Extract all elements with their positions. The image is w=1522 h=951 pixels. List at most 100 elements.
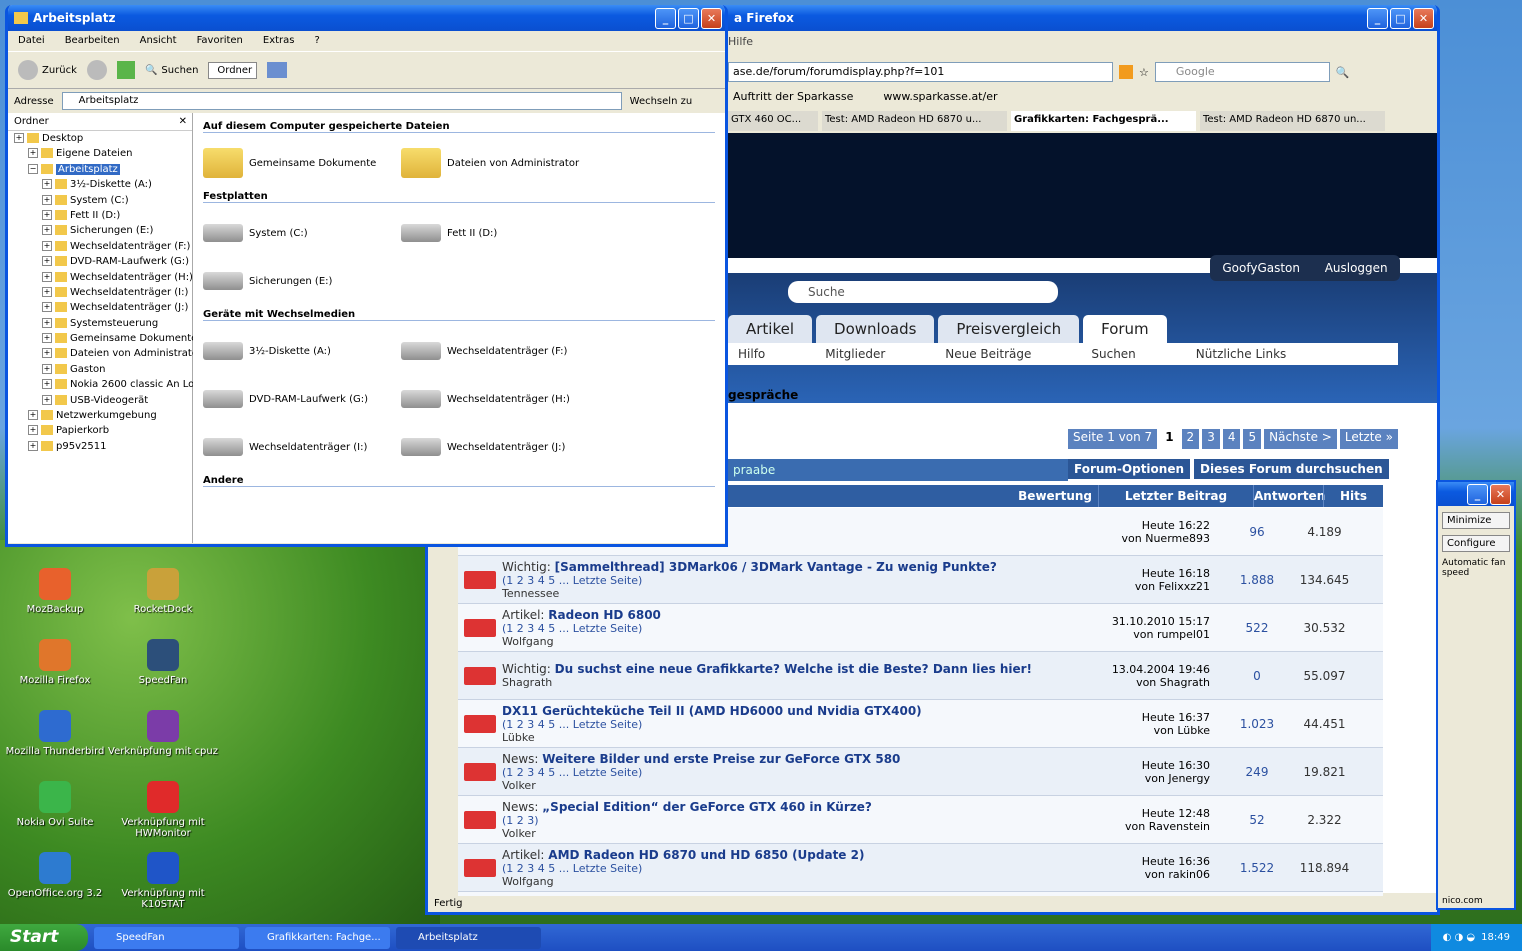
close-button[interactable]: ✕ bbox=[1490, 483, 1511, 505]
explorer-titlebar[interactable]: Arbeitsplatz _ □ ✕ bbox=[8, 5, 725, 31]
thread-row[interactable]: News: „Special Edition“ der GeForce GTX … bbox=[458, 796, 1383, 844]
thread-pages[interactable]: (1 2 3 4 5 ... Letzte Seite) bbox=[502, 718, 1067, 731]
search-button[interactable]: 🔍 Suchen bbox=[145, 65, 198, 76]
last-post-author[interactable]: von Nuerme893 bbox=[1067, 532, 1210, 545]
thread-title-link[interactable]: DX11 Gerüchteküche Teil II (AMD HD6000 u… bbox=[502, 704, 922, 718]
last-post-author[interactable]: von Jenergy bbox=[1067, 772, 1210, 785]
thread-author[interactable]: Tennessee bbox=[502, 587, 1067, 600]
thread-author[interactable]: Wolfgang bbox=[502, 635, 1067, 648]
expand-icon[interactable]: + bbox=[42, 317, 52, 328]
tree-item[interactable]: + Systemsteuerung bbox=[8, 316, 192, 331]
drive-item[interactable]: Wechseldatenträger (I:) bbox=[203, 423, 401, 471]
subnav-links[interactable]: Nützliche Links bbox=[1196, 343, 1286, 365]
thread-row[interactable]: Wichtig: [Sammelthread] 3DMark06 / 3DMar… bbox=[458, 556, 1383, 604]
thread-title-link[interactable]: Radeon HD 6800 bbox=[548, 608, 661, 622]
expand-icon[interactable]: + bbox=[42, 179, 52, 190]
close-icon[interactable]: ✕ bbox=[179, 113, 187, 130]
forum-search-button[interactable]: Dieses Forum durchsuchen bbox=[1194, 459, 1389, 479]
subnav-suchen[interactable]: Suchen bbox=[1091, 343, 1135, 365]
back-button[interactable]: Zurück bbox=[18, 60, 77, 80]
expand-icon[interactable]: + bbox=[42, 379, 52, 390]
desktop-icon[interactable]: OpenOffice.org 3.2 bbox=[0, 852, 110, 899]
menu-bearbeiten[interactable]: Bearbeiten bbox=[65, 31, 120, 51]
browser-tab[interactable]: Test: AMD Radeon HD 6870 u... bbox=[822, 111, 1007, 131]
expand-icon[interactable]: − bbox=[28, 163, 38, 174]
tree-item[interactable]: + Papierkorb bbox=[8, 423, 192, 438]
expand-icon[interactable]: + bbox=[42, 348, 52, 359]
logout-link[interactable]: Ausloggen bbox=[1325, 261, 1388, 275]
tree-item[interactable]: + Eigene Dateien bbox=[8, 146, 192, 161]
thread-row[interactable]: Artikel: AMD Radeon HD 6870 und HD 6850 … bbox=[458, 844, 1383, 892]
tree-item[interactable]: + Gemeinsame Dokumente bbox=[8, 331, 197, 346]
minimize-app-button[interactable]: Minimize bbox=[1442, 512, 1510, 529]
go-button[interactable]: Wechseln zu bbox=[630, 96, 693, 107]
page-3[interactable]: 3 bbox=[1202, 429, 1220, 449]
thread-author[interactable]: Shagrath bbox=[502, 676, 1067, 689]
desktop-icon[interactable]: Nokia Ovi Suite bbox=[0, 781, 110, 828]
tab-preisvergleich[interactable]: Preisvergleich bbox=[938, 315, 1080, 343]
expand-icon[interactable]: + bbox=[28, 440, 38, 451]
drive-item[interactable]: Fett II (D:) bbox=[401, 209, 599, 257]
tree-item[interactable]: + Netzwerkumgebung bbox=[8, 408, 192, 423]
tray-icons[interactable]: ◐ ◑ ◒ bbox=[1443, 932, 1476, 943]
speedfan-titlebar[interactable]: _ ✕ bbox=[1438, 482, 1514, 506]
drive-item[interactable]: Sicherungen (E:) bbox=[203, 257, 401, 305]
tree-item[interactable]: + Desktop bbox=[8, 131, 192, 146]
url-input[interactable]: ase.de/forum/forumdisplay.php?f=101 bbox=[728, 62, 1113, 82]
col-rating[interactable]: Bewertung bbox=[728, 485, 1098, 507]
desktop-icon[interactable]: Mozilla Firefox bbox=[0, 639, 110, 686]
expand-icon[interactable]: + bbox=[42, 302, 52, 313]
subnav-hilfe[interactable]: Hilfo bbox=[738, 343, 765, 365]
tree-item[interactable]: + Dateien von Administrator bbox=[8, 346, 202, 361]
desktop-icon[interactable]: MozBackup bbox=[0, 568, 110, 615]
answers-count[interactable]: 522 bbox=[1222, 621, 1292, 635]
expand-icon[interactable]: + bbox=[28, 410, 38, 421]
configure-button[interactable]: Configure bbox=[1442, 535, 1510, 552]
views-icon[interactable] bbox=[267, 62, 288, 78]
expand-icon[interactable]: + bbox=[42, 271, 52, 282]
star-icon[interactable]: ☆ bbox=[1139, 66, 1149, 79]
desktop-icon[interactable]: Verknüpfung mit HWMonitor bbox=[108, 781, 218, 839]
task-explorer[interactable]: Arbeitsplatz bbox=[396, 926, 541, 949]
thread-title-link[interactable]: Du suchst eine neue Grafikkarte? Welche … bbox=[555, 662, 1032, 676]
drive-item[interactable]: Wechseldatenträger (H:) bbox=[401, 375, 599, 423]
tree-item[interactable]: + DVD-RAM-Laufwerk (G:) bbox=[8, 254, 192, 269]
expand-icon[interactable]: + bbox=[42, 256, 52, 267]
tree-item[interactable]: + Gaston bbox=[8, 362, 192, 377]
address-input[interactable]: Arbeitsplatz bbox=[61, 92, 622, 110]
drive-item[interactable]: 3½-Diskette (A:) bbox=[203, 327, 401, 375]
tree-item[interactable]: + Wechseldatenträger (F:) bbox=[8, 239, 192, 254]
last-post-author[interactable]: von Lübke bbox=[1067, 724, 1210, 737]
menu-extras[interactable]: Extras bbox=[263, 31, 295, 51]
minimize-button[interactable]: _ bbox=[1367, 7, 1388, 29]
thread-author[interactable]: Volker bbox=[502, 779, 1067, 792]
maximize-button[interactable]: □ bbox=[1390, 7, 1411, 29]
expand-icon[interactable]: + bbox=[42, 394, 52, 405]
up-folder-icon[interactable] bbox=[116, 61, 135, 79]
thread-author[interactable]: Wolfgang bbox=[502, 875, 1067, 888]
desktop-icon[interactable]: Verknüpfung mit cpuz bbox=[108, 710, 218, 757]
thread-pages[interactable]: (1 2 3 4 5 ... Letzte Seite) bbox=[502, 766, 1067, 779]
last-post-author[interactable]: von rumpel01 bbox=[1067, 628, 1210, 641]
site-search-input[interactable]: Suche bbox=[788, 281, 1058, 303]
thread-pages[interactable]: (1 2 3 4 5 ... Letzte Seite) bbox=[502, 862, 1067, 875]
forward-arrow-icon[interactable] bbox=[86, 60, 107, 80]
thread-pages[interactable]: (1 2 3 4 5 ... Letzte Seite) bbox=[502, 574, 1067, 587]
answers-count[interactable]: 1.888 bbox=[1222, 573, 1292, 587]
tree-item[interactable]: + System (C:) bbox=[8, 193, 192, 208]
minimize-button[interactable]: _ bbox=[1467, 483, 1488, 505]
task-firefox[interactable]: Grafikkarten: Fachge... bbox=[245, 926, 390, 949]
browser-tab[interactable]: Test: AMD Radeon HD 6870 un... bbox=[1200, 111, 1385, 131]
answers-count[interactable]: 96 bbox=[1222, 525, 1292, 539]
desktop-icon[interactable]: RocketDock bbox=[108, 568, 218, 615]
thread-author[interactable]: Volker bbox=[502, 827, 1067, 840]
page-1[interactable]: 1 bbox=[1160, 429, 1179, 449]
col-hits[interactable]: Hits bbox=[1323, 485, 1383, 507]
web-search-input[interactable]: Google bbox=[1154, 62, 1330, 82]
tree-item[interactable]: +3½-Diskette (A:) bbox=[8, 177, 192, 192]
task-speedfan[interactable]: SpeedFan bbox=[94, 926, 239, 949]
last-post-author[interactable]: von Felixxz21 bbox=[1067, 580, 1210, 593]
page-next[interactable]: Nächste > bbox=[1264, 429, 1337, 449]
drive-item[interactable]: System (C:) bbox=[203, 209, 401, 257]
page-last[interactable]: Letzte » bbox=[1339, 429, 1398, 449]
